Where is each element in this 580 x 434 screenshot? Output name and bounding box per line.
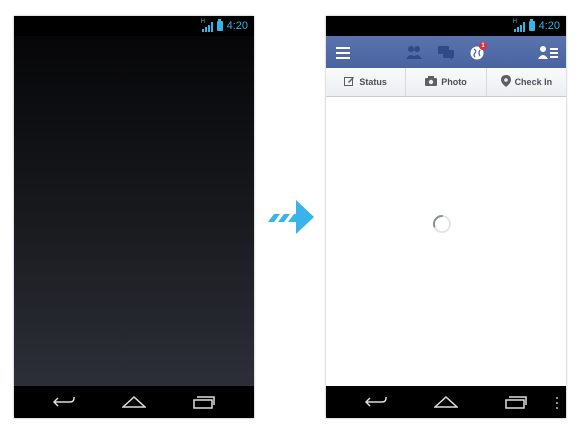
- dark-screen: [14, 36, 254, 386]
- back-icon[interactable]: [52, 394, 76, 410]
- status-time: 4:20: [538, 20, 560, 32]
- recent-apps-icon[interactable]: [504, 394, 528, 410]
- battery-icon: [528, 19, 535, 31]
- facebook-header: 1: [326, 36, 566, 68]
- loading-spinner-icon: [432, 214, 452, 234]
- check-in-label: Check In: [514, 77, 553, 87]
- messages-icon[interactable]: [438, 46, 454, 65]
- news-feed-area: [326, 97, 566, 386]
- status-time: 4:20: [226, 20, 248, 32]
- contacts-list-icon[interactable]: [538, 45, 558, 64]
- overflow-menu-icon[interactable]: [556, 397, 558, 409]
- notification-badge: 1: [479, 42, 487, 50]
- navigation-bar: [14, 386, 254, 418]
- status-button[interactable]: Status: [326, 68, 407, 96]
- left-phone-screen: H 4:20: [14, 16, 254, 418]
- home-icon[interactable]: [434, 394, 458, 410]
- right-phone-screen: H 4:20 1 Status Photo Check In: [326, 16, 566, 418]
- photo-button[interactable]: Photo: [406, 68, 487, 96]
- signal-icon: H: [201, 19, 213, 32]
- recent-apps-icon[interactable]: [192, 394, 216, 410]
- transition-arrow-icon: [266, 196, 316, 238]
- camera-icon: [425, 76, 438, 88]
- composer-actions: Status Photo Check In: [326, 68, 566, 97]
- battery-icon: [216, 19, 223, 31]
- edit-icon: [344, 76, 355, 89]
- navigation-bar: [326, 386, 566, 418]
- back-icon[interactable]: [364, 394, 388, 410]
- status-label: Status: [359, 77, 387, 87]
- status-bar: H 4:20: [326, 16, 566, 36]
- friend-requests-icon[interactable]: [406, 45, 422, 64]
- photo-label: Photo: [441, 77, 467, 87]
- status-bar: H 4:20: [14, 16, 254, 36]
- menu-icon[interactable]: [336, 46, 350, 64]
- check-in-button[interactable]: Check In: [487, 68, 566, 96]
- signal-icon: H: [513, 19, 525, 32]
- location-pin-icon: [500, 75, 511, 89]
- home-icon[interactable]: [122, 394, 146, 410]
